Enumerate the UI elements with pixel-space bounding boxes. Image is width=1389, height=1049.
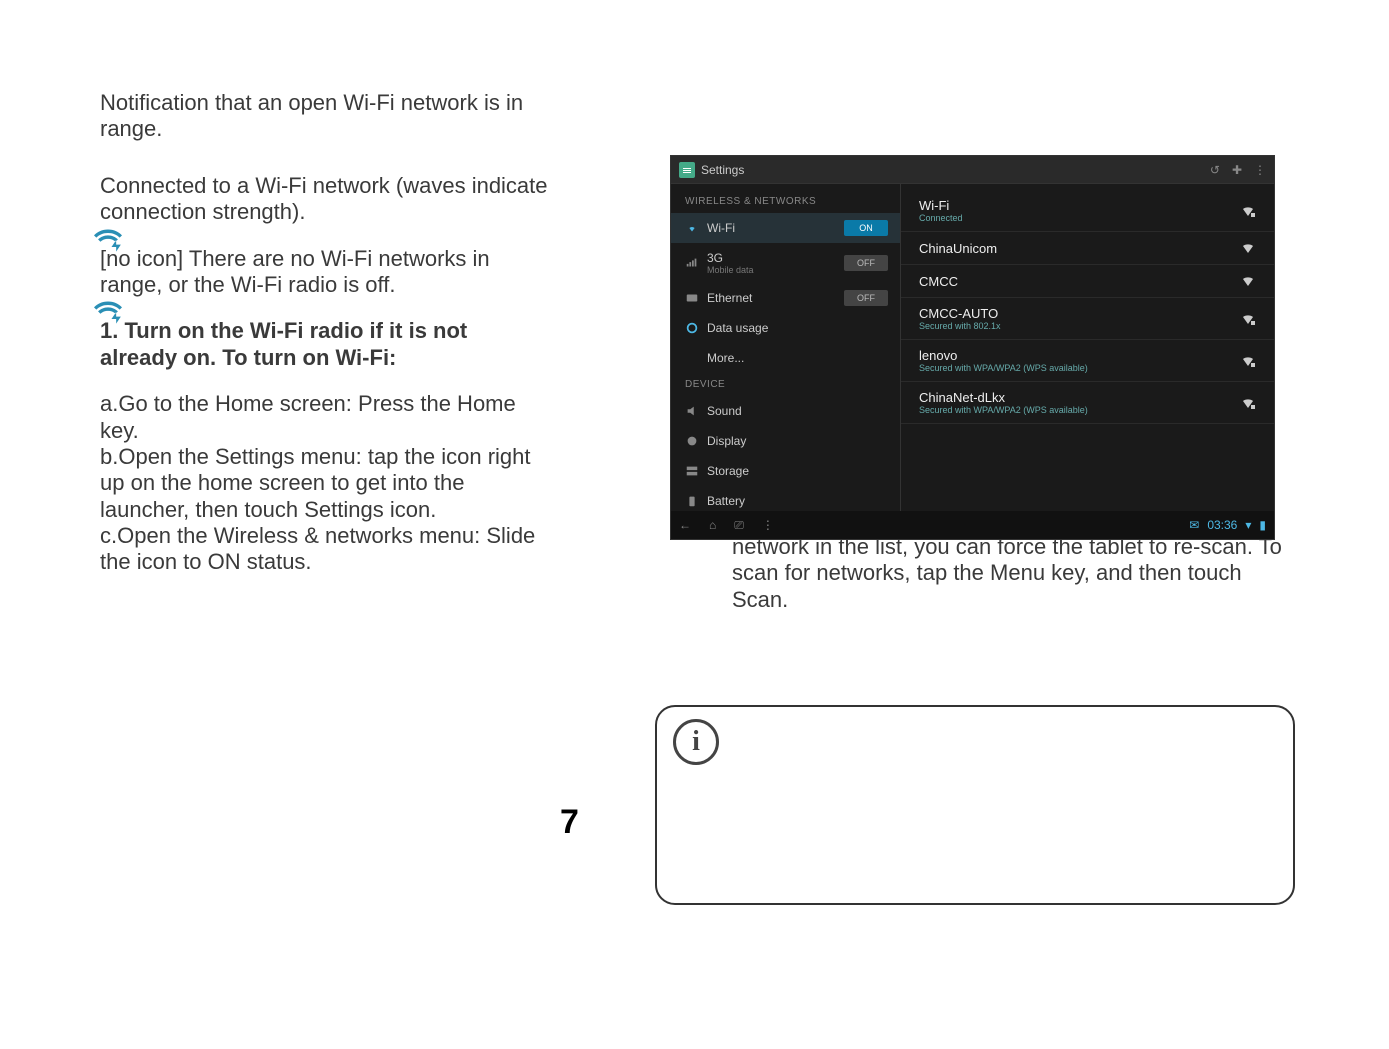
blank-icon	[685, 351, 699, 365]
notification-text: Notification that an open Wi-Fi network …	[100, 90, 550, 143]
battery-icon	[685, 494, 699, 508]
settings-screenshot: Settings ↺ ✚ ⋮ WIRELESS & NETWORKS Wi-Fi…	[670, 155, 1275, 540]
sidebar-sound-label: Sound	[707, 404, 742, 418]
network-name: ChinaUnicom	[919, 241, 997, 256]
sidebar-item-wifi[interactable]: Wi-Fi ON	[671, 213, 900, 243]
wifi-step-icon	[94, 298, 122, 326]
sidebar-wifi-label: Wi-Fi	[707, 221, 735, 235]
network-name: CMCC-AUTO	[919, 306, 1001, 321]
status-wifi-icon: ▾	[1245, 518, 1251, 532]
nav-recent-icon[interactable]: ⎚	[734, 518, 744, 533]
step1-heading: 1. Turn on the Wi-Fi radio if it is not …	[100, 318, 550, 371]
network-row[interactable]: ChinaNet-dLkxSecured with WPA/WPA2 (WPS …	[901, 382, 1274, 424]
display-icon	[685, 434, 699, 448]
sidebar-storage-label: Storage	[707, 464, 749, 478]
sound-icon	[685, 404, 699, 418]
right-continuation-text: network in the list, you can force the t…	[732, 534, 1290, 613]
wifi-signal-icon	[1240, 395, 1256, 411]
network-row[interactable]: lenovoSecured with WPA/WPA2 (WPS availab…	[901, 340, 1274, 382]
info-box: i	[655, 705, 1295, 905]
sidebar-item-more[interactable]: More...	[671, 343, 900, 373]
sidebar-display-label: Display	[707, 434, 746, 448]
sidebar-3g-label: 3G	[707, 251, 754, 265]
status-time: 03:36	[1207, 518, 1237, 532]
add-icon: ✚	[1232, 163, 1242, 177]
sidebar-3g-sub: Mobile data	[707, 265, 754, 275]
network-row[interactable]: CMCC-AUTOSecured with 802.1x	[901, 298, 1274, 340]
status-notif-icon: ✉	[1189, 518, 1199, 532]
sidebar-header-wireless: WIRELESS & NETWORKS	[671, 190, 900, 213]
network-subtitle: Secured with 802.1x	[919, 321, 1001, 331]
status-battery-icon: ▮	[1259, 518, 1266, 532]
wifi-signal-icon	[1240, 273, 1256, 289]
sidebar-data-label: Data usage	[707, 321, 768, 335]
nav-menu-icon[interactable]: ⋮	[762, 518, 774, 533]
page-number: 7	[560, 803, 579, 842]
threeg-toggle[interactable]: OFF	[844, 255, 888, 271]
ethernet-toggle[interactable]: OFF	[844, 290, 888, 306]
sidebar-item-sound[interactable]: Sound	[671, 396, 900, 426]
sidebar-header-device: DEVICE	[671, 373, 900, 396]
sidebar-item-display[interactable]: Display	[671, 426, 900, 456]
network-subtitle: Secured with WPA/WPA2 (WPS available)	[919, 363, 1088, 373]
sidebar-more-label: More...	[707, 351, 744, 365]
network-name: ChinaNet-dLkx	[919, 390, 1088, 405]
sidebar-battery-label: Battery	[707, 494, 745, 508]
network-row[interactable]: CMCC	[901, 265, 1274, 298]
nav-back-icon[interactable]: ←	[679, 518, 691, 533]
sidebar-item-3g[interactable]: 3G Mobile data OFF	[671, 243, 900, 283]
network-row[interactable]: ChinaUnicom	[901, 232, 1274, 265]
network-subtitle: Secured with WPA/WPA2 (WPS available)	[919, 405, 1088, 415]
step-b: b.Open the Settings menu: tap the icon r…	[100, 444, 550, 523]
sidebar-item-storage[interactable]: Storage	[671, 456, 900, 486]
network-name: Wi-Fi	[919, 198, 963, 213]
ethernet-icon	[685, 291, 699, 305]
sidebar-ethernet-label: Ethernet	[707, 291, 752, 305]
wifi-toggle[interactable]: ON	[844, 220, 888, 236]
sidebar-item-data[interactable]: Data usage	[671, 313, 900, 343]
wifi-none-icon	[94, 226, 122, 254]
info-icon: i	[673, 719, 719, 765]
network-subtitle: Connected	[919, 213, 963, 223]
network-name: CMCC	[919, 274, 958, 289]
network-row[interactable]: Wi-FiConnected	[901, 190, 1274, 232]
settings-header-icon	[679, 162, 695, 178]
connected-text: Connected to a Wi-Fi network (waves indi…	[100, 173, 550, 226]
step-c: c.Open the Wireless & networks menu: Sli…	[100, 523, 550, 576]
screenshot-title: Settings	[701, 163, 744, 177]
overflow-icon: ⋮	[1254, 163, 1266, 177]
no-wifi-text: [no icon] There are no Wi-Fi networks in…	[100, 246, 550, 299]
data-usage-icon	[685, 321, 699, 335]
storage-icon	[685, 464, 699, 478]
nav-home-icon[interactable]: ⌂	[709, 518, 716, 533]
wifi-icon	[685, 221, 699, 235]
network-name: lenovo	[919, 348, 1088, 363]
wifi-signal-icon	[1240, 203, 1256, 219]
wifi-signal-icon	[1240, 353, 1256, 369]
wifi-signal-icon	[1240, 240, 1256, 256]
wifi-signal-icon	[1240, 311, 1256, 327]
refresh-icon: ↺	[1210, 163, 1220, 177]
sidebar-item-ethernet[interactable]: Ethernet OFF	[671, 283, 900, 313]
step-a: a.Go to the Home screen: Press the Home …	[100, 391, 550, 444]
signal-icon	[685, 256, 699, 270]
